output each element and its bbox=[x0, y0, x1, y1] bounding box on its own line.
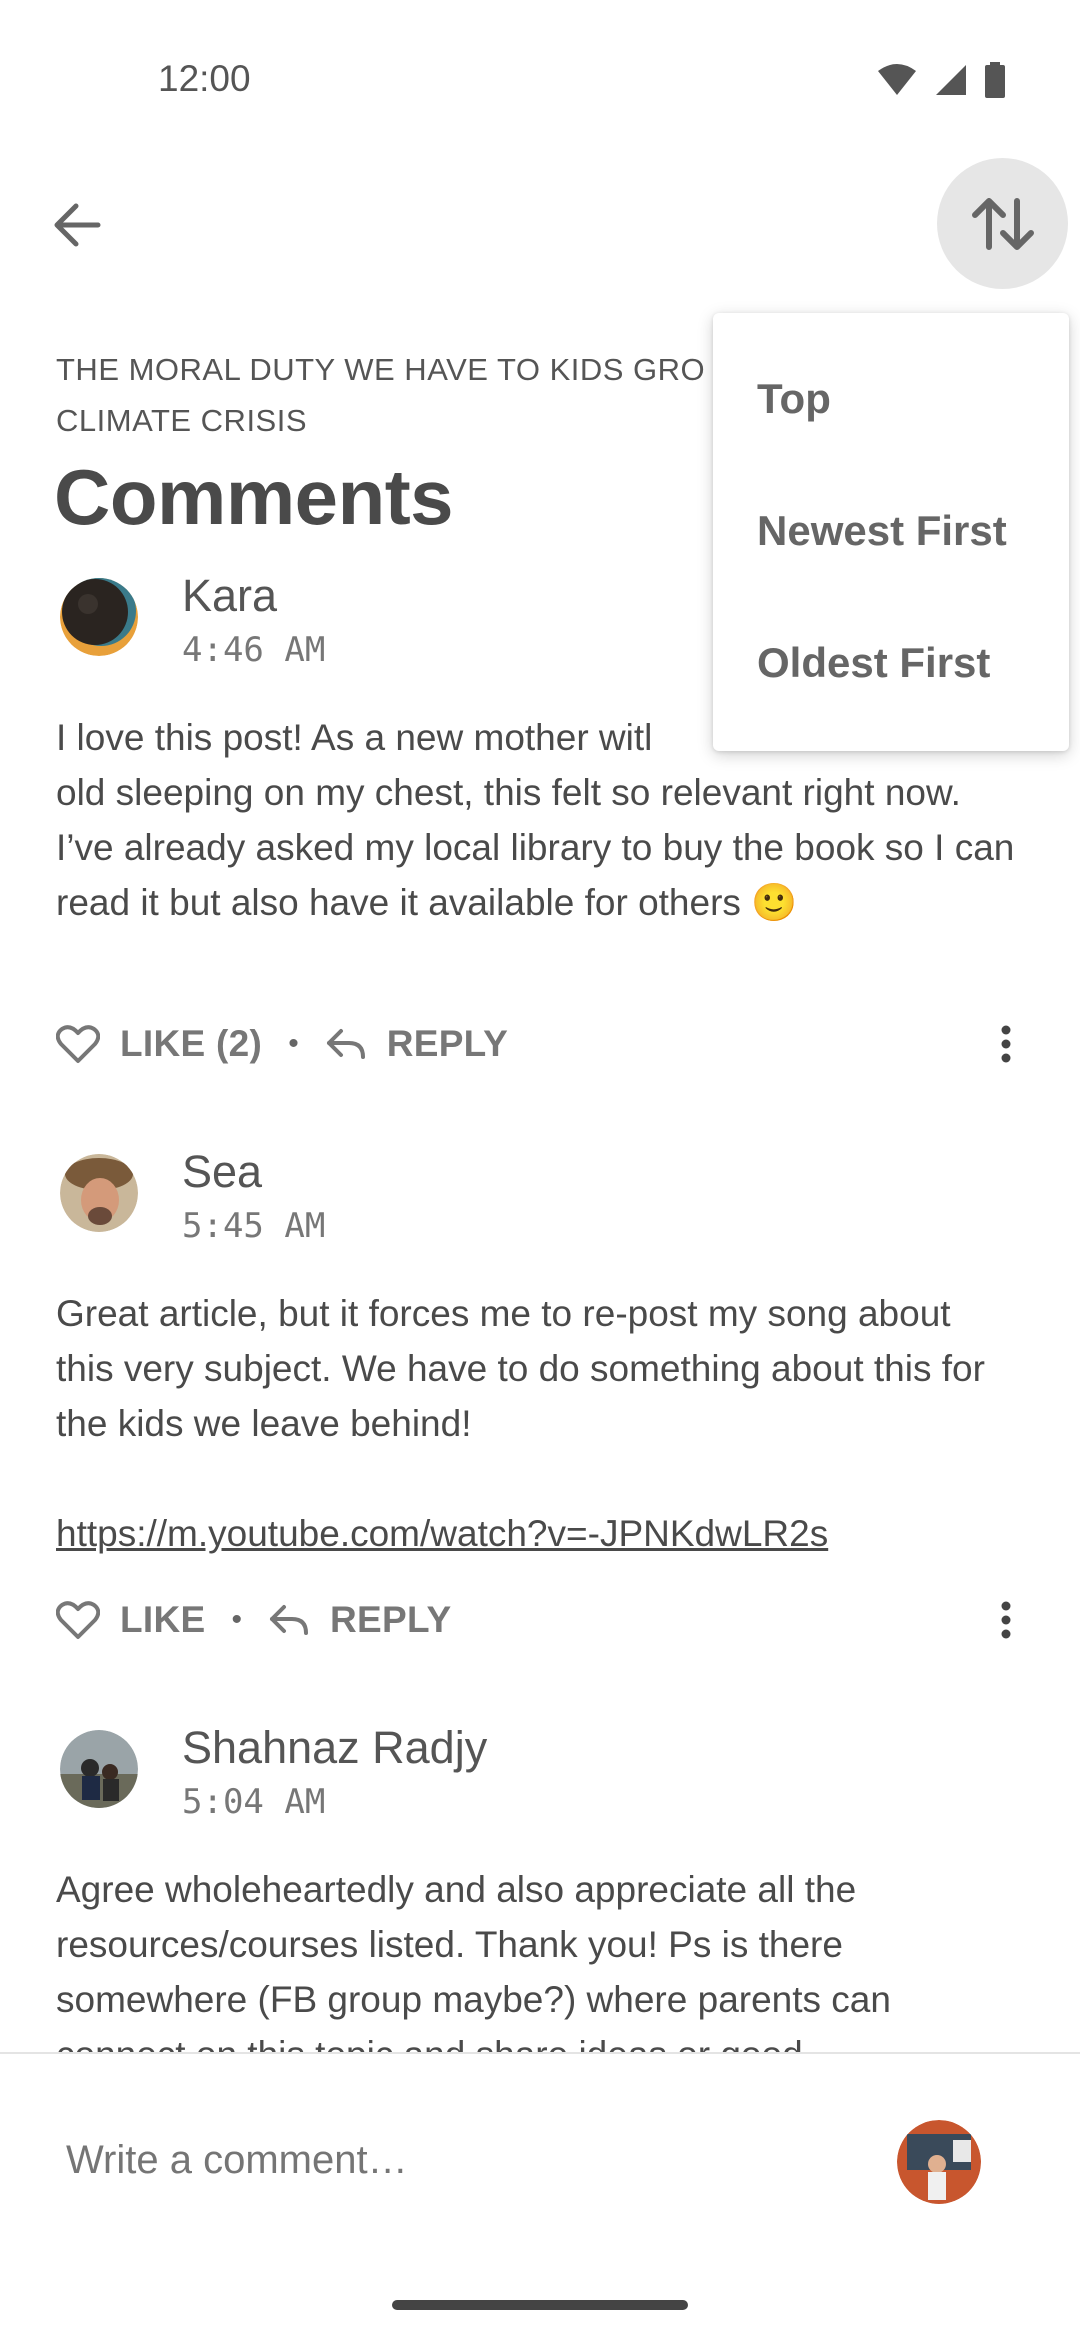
comment-input[interactable] bbox=[66, 2138, 826, 2183]
battery-icon bbox=[985, 62, 1005, 98]
sort-option-oldest-first[interactable]: Oldest First bbox=[757, 639, 990, 687]
more-vertical-icon bbox=[1001, 1025, 1011, 1063]
sort-button[interactable] bbox=[937, 158, 1068, 289]
comment-author[interactable]: Sea bbox=[182, 1146, 262, 1198]
comment-time: 5:04 AM bbox=[182, 1782, 326, 1822]
like-label: LIKE bbox=[120, 1599, 206, 1640]
avatar[interactable] bbox=[60, 1154, 138, 1232]
comment-link[interactable]: https://m.youtube.com/watch?v=-JPNKdwLR2… bbox=[56, 1506, 1016, 1561]
page-title: Comments bbox=[54, 453, 454, 541]
comment-body: Agree wholeheartedly and also appreciate… bbox=[56, 1869, 891, 2052]
reply-icon bbox=[270, 1605, 308, 1635]
reply-button[interactable]: REPLY bbox=[325, 1023, 508, 1065]
cell-signal-icon bbox=[936, 65, 966, 95]
heart-icon bbox=[56, 1601, 100, 1639]
home-indicator[interactable] bbox=[392, 2300, 688, 2310]
reply-button[interactable]: REPLY bbox=[268, 1599, 451, 1641]
reply-label: REPLY bbox=[386, 1023, 509, 1064]
avatar[interactable] bbox=[60, 1730, 138, 1808]
comment-composer bbox=[0, 2052, 1080, 2340]
comment-item: Shahnaz Radjy 5:04 AM Agree wholehearted… bbox=[0, 1722, 1080, 2052]
avatar-image bbox=[60, 578, 138, 656]
more-vertical-icon bbox=[1001, 1601, 1011, 1639]
avatar-image bbox=[60, 1154, 138, 1232]
like-button[interactable]: LIKE (2) bbox=[56, 1023, 262, 1065]
sort-menu: Top Newest First Oldest First bbox=[713, 313, 1069, 751]
comment-author[interactable]: Kara bbox=[182, 570, 277, 622]
reply-icon bbox=[326, 1029, 365, 1059]
comment-body: Great article, but it forces me to re-po… bbox=[56, 1293, 985, 1444]
comments-screen: 12:00 THE MORAL DUTY WE HAVE TO KIDS GRO… bbox=[0, 0, 1080, 2340]
avatar-image bbox=[897, 2120, 981, 2204]
avatar-image bbox=[60, 1730, 138, 1808]
user-avatar[interactable] bbox=[897, 2120, 981, 2204]
more-options-button[interactable] bbox=[986, 1592, 1026, 1648]
comment-actions: LIKE (2) • REPLY bbox=[56, 1016, 1026, 1072]
sort-option-top[interactable]: Top bbox=[757, 375, 831, 423]
heart-icon bbox=[56, 1025, 100, 1063]
like-button[interactable]: LIKE bbox=[56, 1599, 205, 1641]
reply-label: REPLY bbox=[330, 1599, 452, 1640]
status-bar: 12:00 bbox=[0, 0, 1080, 160]
comment-author[interactable]: Shahnaz Radjy bbox=[182, 1722, 487, 1774]
like-label: LIKE (2) bbox=[120, 1023, 263, 1064]
sort-arrows-icon bbox=[971, 197, 1034, 250]
comment-time: 4:46 AM bbox=[182, 630, 326, 670]
separator-dot: • bbox=[288, 1027, 299, 1060]
comment-time: 5:45 AM bbox=[182, 1206, 326, 1246]
more-options-button[interactable] bbox=[986, 1016, 1026, 1072]
comment-actions: LIKE • REPLY bbox=[56, 1592, 1026, 1648]
arrow-left-icon bbox=[54, 203, 101, 247]
back-button[interactable] bbox=[42, 190, 112, 260]
avatar[interactable] bbox=[60, 578, 138, 656]
separator-dot: • bbox=[231, 1603, 242, 1636]
status-icons bbox=[876, 62, 1006, 98]
sort-option-newest-first[interactable]: Newest First bbox=[757, 507, 1007, 555]
status-time: 12:00 bbox=[158, 58, 251, 99]
wifi-icon bbox=[878, 64, 916, 95]
